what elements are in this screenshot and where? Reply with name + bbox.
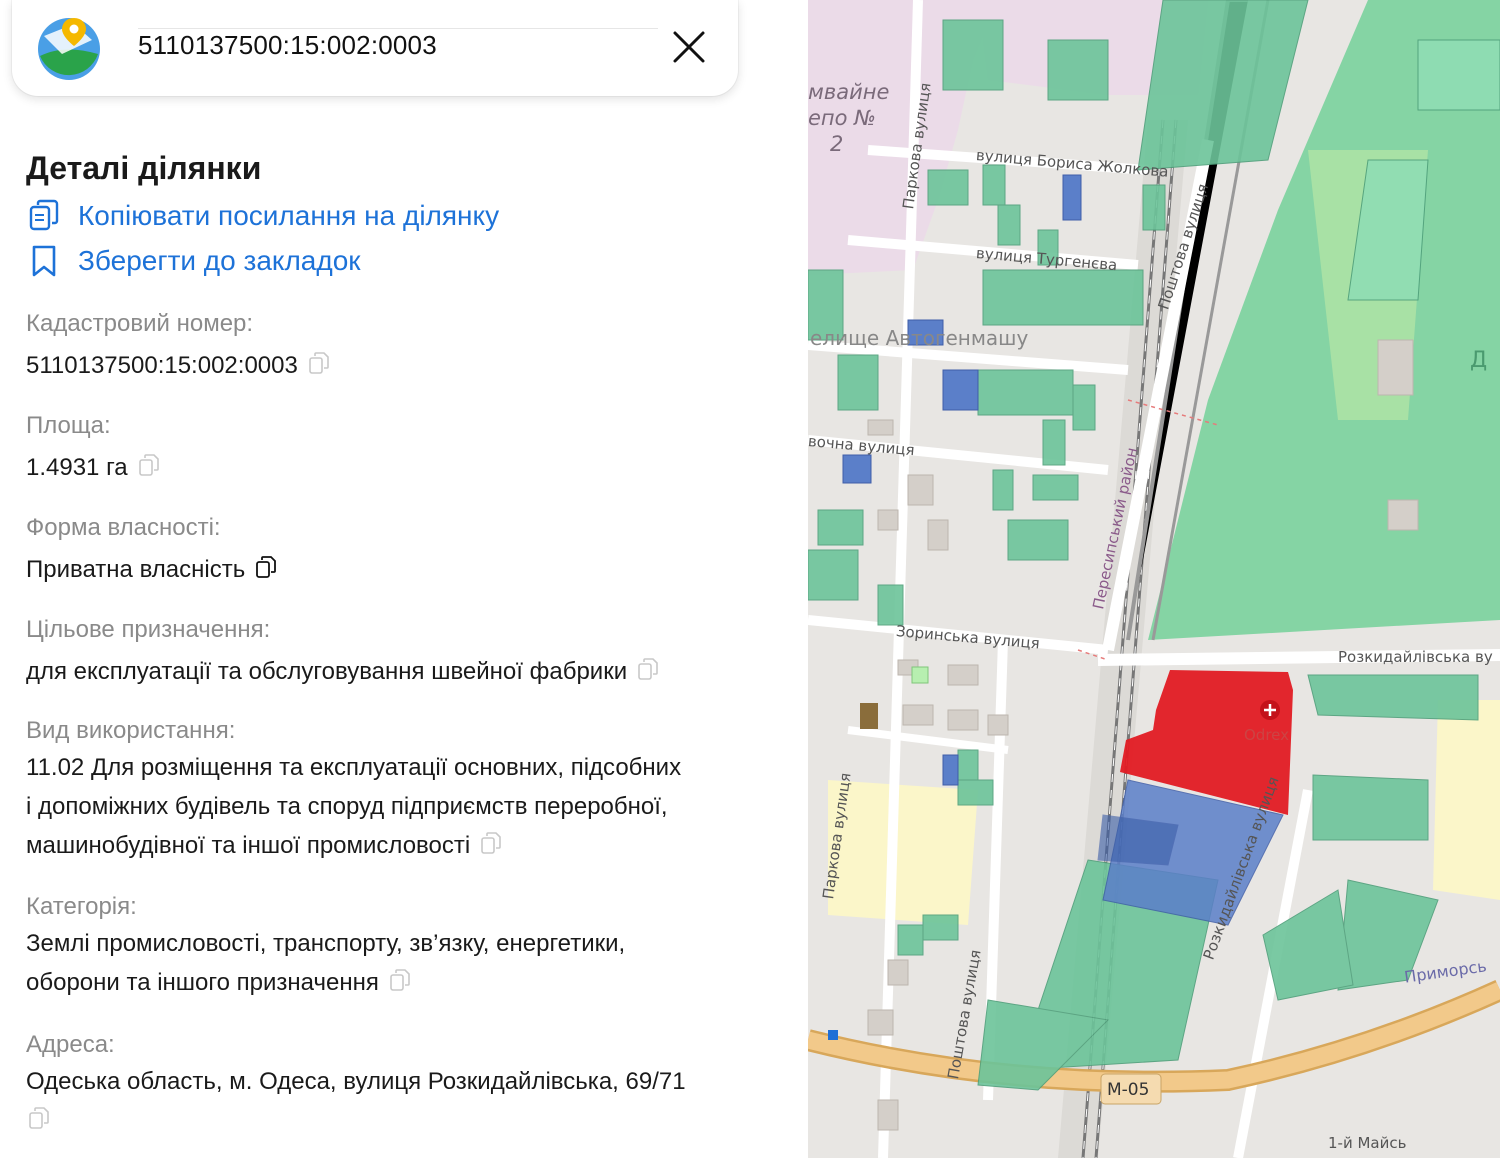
clipboard-icon [26, 198, 62, 234]
map-label: Odrex [1244, 726, 1290, 744]
usage-value: 11.02 Для розміщення та експлуатації осн… [26, 748, 786, 865]
ownership-value-text: Приватна власність [26, 556, 246, 583]
address-value: Одеська область, м. Одеса, вулиця Розкид… [26, 1062, 786, 1140]
purpose-label: Цільове призначення: [26, 616, 271, 643]
ownership-value: Приватна власність [26, 550, 786, 589]
bookmark-button[interactable]: Зберегти до закладок [26, 241, 361, 281]
purpose-value: для експлуатації та обслуговування швейн… [26, 652, 786, 691]
copy-icon[interactable] [480, 828, 502, 854]
category-line: Землі промисловості, транспорту, зв’язку… [26, 930, 626, 957]
map-label: елище Автогенмашу [810, 326, 1029, 350]
usage-line: 11.02 Для розміщення та експлуатації осн… [26, 754, 682, 781]
copy-icon[interactable] [637, 654, 659, 680]
address-label: Адреса: [26, 1031, 115, 1058]
area-value: 1.4931 га [26, 448, 786, 487]
details-title: Деталі ділянки [26, 150, 262, 186]
search-underline [138, 28, 658, 29]
close-icon [673, 31, 705, 63]
map-label: епо № [808, 106, 877, 130]
copy-icon[interactable] [138, 450, 160, 476]
map-label: 1-й Майсь [1328, 1134, 1407, 1152]
copy-icon[interactable] [255, 552, 277, 578]
copy-icon[interactable] [308, 348, 330, 374]
details-panel: 5110137500:15:002:0003 Деталі ділянки Ко… [0, 0, 808, 1158]
bookmark-label: Зберегти до закладок [78, 245, 361, 276]
close-button[interactable] [666, 24, 712, 70]
search-bar: 5110137500:15:002:0003 [12, 0, 738, 96]
category-label: Категорія: [26, 893, 137, 920]
usage-line: і допоміжних будівель та споруд підприєм… [26, 793, 668, 820]
map-label: 2 [830, 132, 844, 156]
copy-icon[interactable] [389, 965, 411, 991]
copy-icon[interactable] [28, 1103, 50, 1129]
category-line: оборони та іншого призначення [26, 969, 379, 996]
copy-link-label: Копіювати посилання на ділянку [78, 200, 500, 231]
ownership-label: Форма власності: [26, 514, 221, 541]
map-label: Розкидайлівська ву [1338, 648, 1493, 666]
cadastral-label: Кадастровий номер: [26, 310, 254, 337]
map-label: М-05 [1107, 1080, 1150, 1100]
area-label: Площа: [26, 412, 111, 439]
app-logo-icon [34, 14, 104, 80]
category-value: Землі промисловості, транспорту, зв’язку… [26, 924, 786, 1002]
cadastral-value-text: 5110137500:15:002:0003 [26, 352, 298, 379]
area-value-text: 1.4931 га [26, 454, 128, 481]
cadastral-value: 5110137500:15:002:0003 [26, 346, 786, 385]
bookmark-icon [26, 243, 62, 279]
map-view[interactable]: мвайне епо № 2 вулиця Бориса Жолкова вул… [808, 0, 1500, 1158]
purpose-value-text: для експлуатації та обслуговування швейн… [26, 658, 628, 685]
address-value-text: Одеська область, м. Одеса, вулиця Розкид… [26, 1068, 686, 1095]
map-label: Д [1470, 348, 1488, 373]
usage-label: Вид використання: [26, 717, 236, 744]
copy-link-button[interactable]: Копіювати посилання на ділянку [26, 196, 499, 236]
search-input[interactable]: 5110137500:15:002:0003 [138, 30, 437, 61]
map-label: мвайне [808, 80, 890, 104]
usage-line: машинобудівної та іншої промисловості [26, 832, 471, 859]
